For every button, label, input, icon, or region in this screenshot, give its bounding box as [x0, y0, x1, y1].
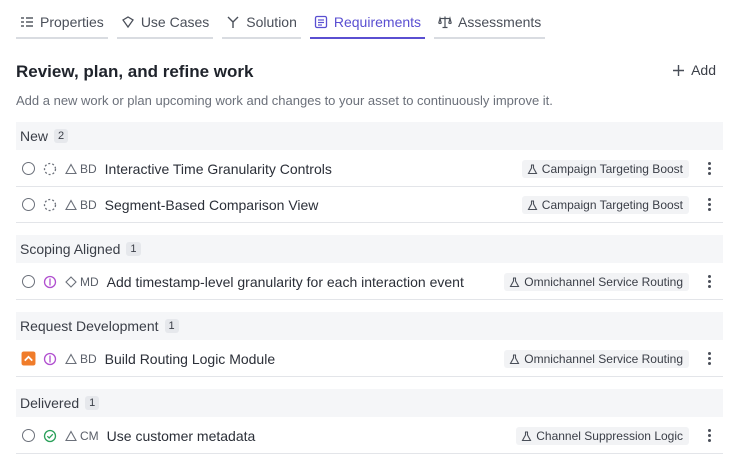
owner-initials: CM	[80, 428, 99, 443]
tab-use-cases[interactable]: Use Cases	[116, 6, 214, 39]
more-options-icon[interactable]	[707, 197, 711, 213]
owner-initials: BD	[80, 351, 97, 366]
select-checkbox[interactable]	[22, 162, 35, 175]
more-options-icon[interactable]	[707, 161, 711, 177]
group-count-badge: 1	[164, 319, 179, 333]
flask-icon	[527, 163, 538, 174]
use-case-tag[interactable]: Omnichannel Service Routing	[504, 273, 689, 291]
tab-label: Solution	[246, 14, 297, 30]
group-count-badge: 1	[126, 242, 141, 256]
select-checkbox[interactable]	[22, 275, 35, 288]
tab-solution[interactable]: Solution	[222, 6, 301, 39]
tag-label: Channel Suppression Logic	[536, 429, 683, 443]
group-count-badge: 2	[54, 129, 69, 143]
group-header-scoping-aligned[interactable]: Scoping Aligned 1	[16, 235, 723, 263]
use-case-tag[interactable]: Campaign Targeting Boost	[521, 196, 689, 214]
high-priority-icon[interactable]	[21, 351, 36, 366]
tab-label: Properties	[40, 14, 104, 30]
tab-label: Requirements	[333, 14, 422, 30]
flask-icon	[521, 430, 532, 441]
tag-label: Campaign Targeting Boost	[541, 198, 683, 212]
item-title[interactable]: Interactive Time Granularity Controls	[105, 161, 332, 177]
flask-icon	[527, 199, 538, 210]
add-button[interactable]: Add	[672, 62, 716, 78]
list-item[interactable]: BD Segment-Based Comparison View Campaig…	[16, 187, 723, 223]
add-button-label: Add	[691, 62, 716, 78]
tab-requirements[interactable]: Requirements	[309, 6, 426, 39]
tag-icon	[121, 16, 134, 29]
item-title[interactable]: Use customer metadata	[107, 428, 256, 444]
item-title[interactable]: Add timestamp-level granularity for each…	[107, 274, 464, 290]
tab-label: Assessments	[458, 14, 542, 30]
done-status-icon[interactable]	[43, 429, 57, 443]
triangle-type-icon	[65, 429, 77, 441]
group-header-request-development[interactable]: Request Development 1	[16, 312, 723, 340]
select-checkbox[interactable]	[22, 429, 35, 442]
list-item[interactable]: BD Build Routing Logic Module Omnichanne…	[16, 341, 723, 377]
page-title: Review, plan, and refine work	[16, 62, 254, 81]
owner-initials: MD	[80, 274, 99, 289]
use-case-tag[interactable]: Channel Suppression Logic	[516, 427, 689, 445]
group-count-badge: 1	[85, 396, 100, 410]
tab-bar: Properties Use Cases Solution Requiremen…	[16, 6, 546, 39]
scale-icon	[438, 16, 452, 29]
in-progress-status-icon[interactable]	[43, 275, 57, 289]
branch-icon	[227, 16, 239, 28]
use-case-tag[interactable]: Campaign Targeting Boost	[521, 160, 689, 178]
group-header-new[interactable]: New 2	[16, 122, 723, 150]
owner-initials: BD	[80, 197, 97, 212]
plus-icon	[673, 64, 685, 76]
triangle-type-icon	[65, 162, 77, 174]
more-options-icon[interactable]	[707, 274, 711, 290]
list-item[interactable]: CM Use customer metadata Channel Suppres…	[16, 418, 723, 454]
tab-label: Use Cases	[140, 14, 210, 30]
select-checkbox[interactable]	[22, 198, 35, 211]
tab-properties[interactable]: Properties	[16, 6, 108, 39]
owner-initials: BD	[80, 161, 97, 176]
flask-icon	[509, 353, 520, 364]
item-title[interactable]: Segment-Based Comparison View	[105, 197, 319, 213]
tag-label: Campaign Targeting Boost	[541, 162, 683, 176]
triangle-type-icon	[65, 198, 77, 210]
item-title[interactable]: Build Routing Logic Module	[105, 351, 275, 367]
group-header-delivered[interactable]: Delivered 1	[16, 389, 723, 417]
not-started-status-icon[interactable]	[43, 162, 57, 176]
group-label: Delivered	[20, 395, 80, 411]
tag-label: Omnichannel Service Routing	[524, 275, 683, 289]
tab-assessments[interactable]: Assessments	[434, 6, 546, 39]
group-label: Scoping Aligned	[20, 241, 121, 257]
list-item[interactable]: BD Interactive Time Granularity Controls…	[16, 151, 723, 187]
use-case-tag[interactable]: Omnichannel Service Routing	[504, 350, 689, 368]
in-progress-status-icon[interactable]	[43, 352, 57, 366]
more-options-icon[interactable]	[707, 351, 711, 367]
list-icon	[314, 15, 328, 29]
diamond-type-icon	[65, 275, 77, 288]
flask-icon	[509, 276, 520, 287]
group-label: Request Development	[20, 318, 159, 334]
group-label: New	[20, 128, 49, 144]
page-subtitle: Add a new work or plan upcoming work and…	[16, 93, 553, 108]
not-started-status-icon[interactable]	[43, 198, 57, 212]
triangle-type-icon	[65, 352, 77, 364]
properties-icon	[21, 17, 33, 27]
list-item[interactable]: MD Add timestamp-level granularity for e…	[16, 264, 723, 300]
more-options-icon[interactable]	[707, 428, 711, 444]
tag-label: Omnichannel Service Routing	[524, 352, 683, 366]
